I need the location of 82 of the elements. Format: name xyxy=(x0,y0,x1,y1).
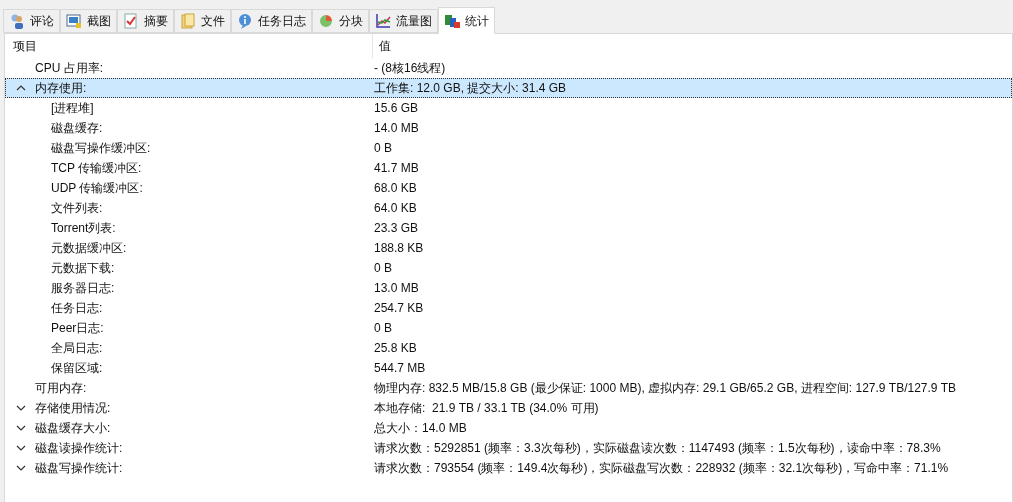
row-value: 0 B xyxy=(373,140,392,157)
column-header[interactable]: 值 xyxy=(373,37,391,55)
row-label: 磁盘缓存: xyxy=(51,120,103,137)
table-row[interactable]: 保留区域: 544.7 MB xyxy=(5,358,1012,378)
row-label: 文件列表: xyxy=(51,200,103,217)
table-row[interactable]: 存储使用情况: 本地存储: 21.9 TB / 33.1 TB (34.0% 可用) xyxy=(5,398,1012,418)
row-value: 25.8 KB xyxy=(373,340,417,357)
line-chart-icon xyxy=(375,13,391,29)
table-row[interactable]: 任务日志: 254.7 KB xyxy=(5,298,1012,318)
table-row[interactable]: UDP 传输缓冲区: 68.0 KB xyxy=(5,178,1012,198)
row-label: 服务器日志: xyxy=(51,280,115,297)
row-value: 请求次数：793554 (频率：149.4次每秒)，实际磁盘写次数：228932 (频率：32.1次每秒)，写命中率：71.1% xyxy=(373,460,949,477)
row-label: Peer日志: xyxy=(51,320,104,337)
table-row[interactable]: 内存使用: 工作集: 12.0 GB, 提交大小: 31.4 GB xyxy=(5,78,1012,98)
row-label: [进程堆] xyxy=(51,100,94,117)
table-row[interactable]: [进程堆] 15.6 GB xyxy=(5,98,1012,118)
row-value: 544.7 MB xyxy=(373,360,426,377)
table-row[interactable]: 磁盘缓存大小: 总大小：14.0 MB xyxy=(5,418,1012,438)
row-value: 64.0 KB xyxy=(373,200,417,217)
row-value: 物理内存: 832.5 MB/15.8 GB (最少保证: 1000 MB), 虚拟内存: 29.1 GB/65.2 GB, 进程空间: 127.9 TB/127.9 TB xyxy=(373,380,956,397)
row-value: 0 B xyxy=(373,260,392,277)
row-value: 14.0 MB xyxy=(373,120,419,137)
row-label: 磁盘写操作统计: xyxy=(35,460,123,477)
table-row[interactable]: 磁盘写操作缓冲区: 0 B xyxy=(5,138,1012,158)
row-value: 23.3 GB xyxy=(373,220,419,237)
table-row[interactable]: 文件列表: 64.0 KB xyxy=(5,198,1012,218)
row-value: 0 B xyxy=(373,320,392,337)
tab[interactable]: 任务日志 xyxy=(231,9,312,33)
blocks-icon xyxy=(444,12,460,29)
tab[interactable]: 文件 xyxy=(174,9,231,33)
row-value: 13.0 MB xyxy=(373,280,419,297)
collapse-chevron-icon[interactable] xyxy=(16,83,26,93)
tab[interactable]: 流量图 xyxy=(369,9,438,33)
tab[interactable]: 分块 xyxy=(312,9,369,33)
tab[interactable]: 截图 xyxy=(60,9,117,33)
table-row[interactable]: 全局日志: 25.8 KB xyxy=(5,338,1012,358)
table-row[interactable]: 元数据下载: 0 B xyxy=(5,258,1012,278)
row-value: - (8核16线程) xyxy=(373,60,446,77)
column-header[interactable]: 项目 xyxy=(5,34,373,58)
tab[interactable]: 统计 xyxy=(438,7,495,34)
checklist-icon xyxy=(123,13,139,29)
info-icon xyxy=(237,13,253,29)
table-row[interactable]: 服务器日志: 13.0 MB xyxy=(5,278,1012,298)
row-value: 请求次数：5292851 (频率：3.3次每秒)，实际磁盘读次数：1147493 (频率：1.5次每秒)，读命中率：78.3% xyxy=(373,440,941,457)
row-value: 254.7 KB xyxy=(373,300,424,317)
row-label: 任务日志: xyxy=(51,300,103,317)
row-value: 68.0 KB xyxy=(373,180,417,197)
row-label: 存储使用情况: xyxy=(35,400,111,417)
row-label: 磁盘缓存大小: xyxy=(35,420,111,437)
table-row[interactable]: CPU 占用率: - (8核16线程) xyxy=(5,58,1012,78)
user-icon xyxy=(9,13,25,29)
row-label: Torrent列表: xyxy=(51,220,116,237)
row-label: CPU 占用率: xyxy=(35,60,103,77)
table-row[interactable]: 磁盘缓存: 14.0 MB xyxy=(5,118,1012,138)
table-row[interactable]: TCP 传输缓冲区: 41.7 MB xyxy=(5,158,1012,178)
pie-chart-icon xyxy=(318,13,334,29)
table-row[interactable]: Torrent列表: 23.3 GB xyxy=(5,218,1012,238)
row-label: UDP 传输缓冲区: xyxy=(51,180,143,197)
table-row[interactable]: 磁盘读操作统计: 请求次数：5292851 (频率：3.3次每秒)，实际磁盘读次数：1147493 (频率：1.5次每秒)，读命中率：78.3% xyxy=(5,438,1012,458)
tab[interactable]: 摘要 xyxy=(117,9,174,33)
row-label: TCP 传输缓冲区: xyxy=(51,160,142,177)
table-row[interactable]: 可用内存: 物理内存: 832.5 MB/15.8 GB (最少保证: 1000 MB), 虚拟内存: 29.1 GB/65.2 GB, 进程空间: 127.9 TB/127.9 TB xyxy=(5,378,1012,398)
row-value: 188.8 KB xyxy=(373,240,424,257)
row-value: 15.6 GB xyxy=(373,100,419,117)
table-row[interactable]: 元数据缓冲区: 188.8 KB xyxy=(5,238,1012,258)
row-label: 可用内存: xyxy=(35,380,87,397)
table-row[interactable]: 磁盘写操作统计: 请求次数：793554 (频率：149.4次每秒)，实际磁盘写次数：228932 (频率：32.1次每秒)，写命中率：71.1% xyxy=(5,458,1012,478)
row-label: 磁盘写操作缓冲区: xyxy=(51,140,151,157)
row-label: 磁盘读操作统计: xyxy=(35,440,123,457)
folder-icon xyxy=(180,13,196,29)
row-label: 元数据下载: xyxy=(51,260,115,277)
row-label: 保留区域: xyxy=(51,360,103,377)
row-value: 总大小：14.0 MB xyxy=(373,420,467,437)
row-label: 全局日志: xyxy=(51,340,103,357)
image-icon xyxy=(66,13,82,29)
row-label: 元数据缓冲区: xyxy=(51,240,127,257)
tab[interactable]: 评论 xyxy=(3,9,60,33)
row-value: 41.7 MB xyxy=(373,160,419,177)
row-label: 内存使用: xyxy=(35,80,87,97)
row-value: 工作集: 12.0 GB, 提交大小: 31.4 GB xyxy=(373,80,567,97)
table-row[interactable]: Peer日志: 0 B xyxy=(5,318,1012,338)
row-value: 本地存储: 21.9 TB / 33.1 TB (34.0% 可用) xyxy=(373,400,599,417)
